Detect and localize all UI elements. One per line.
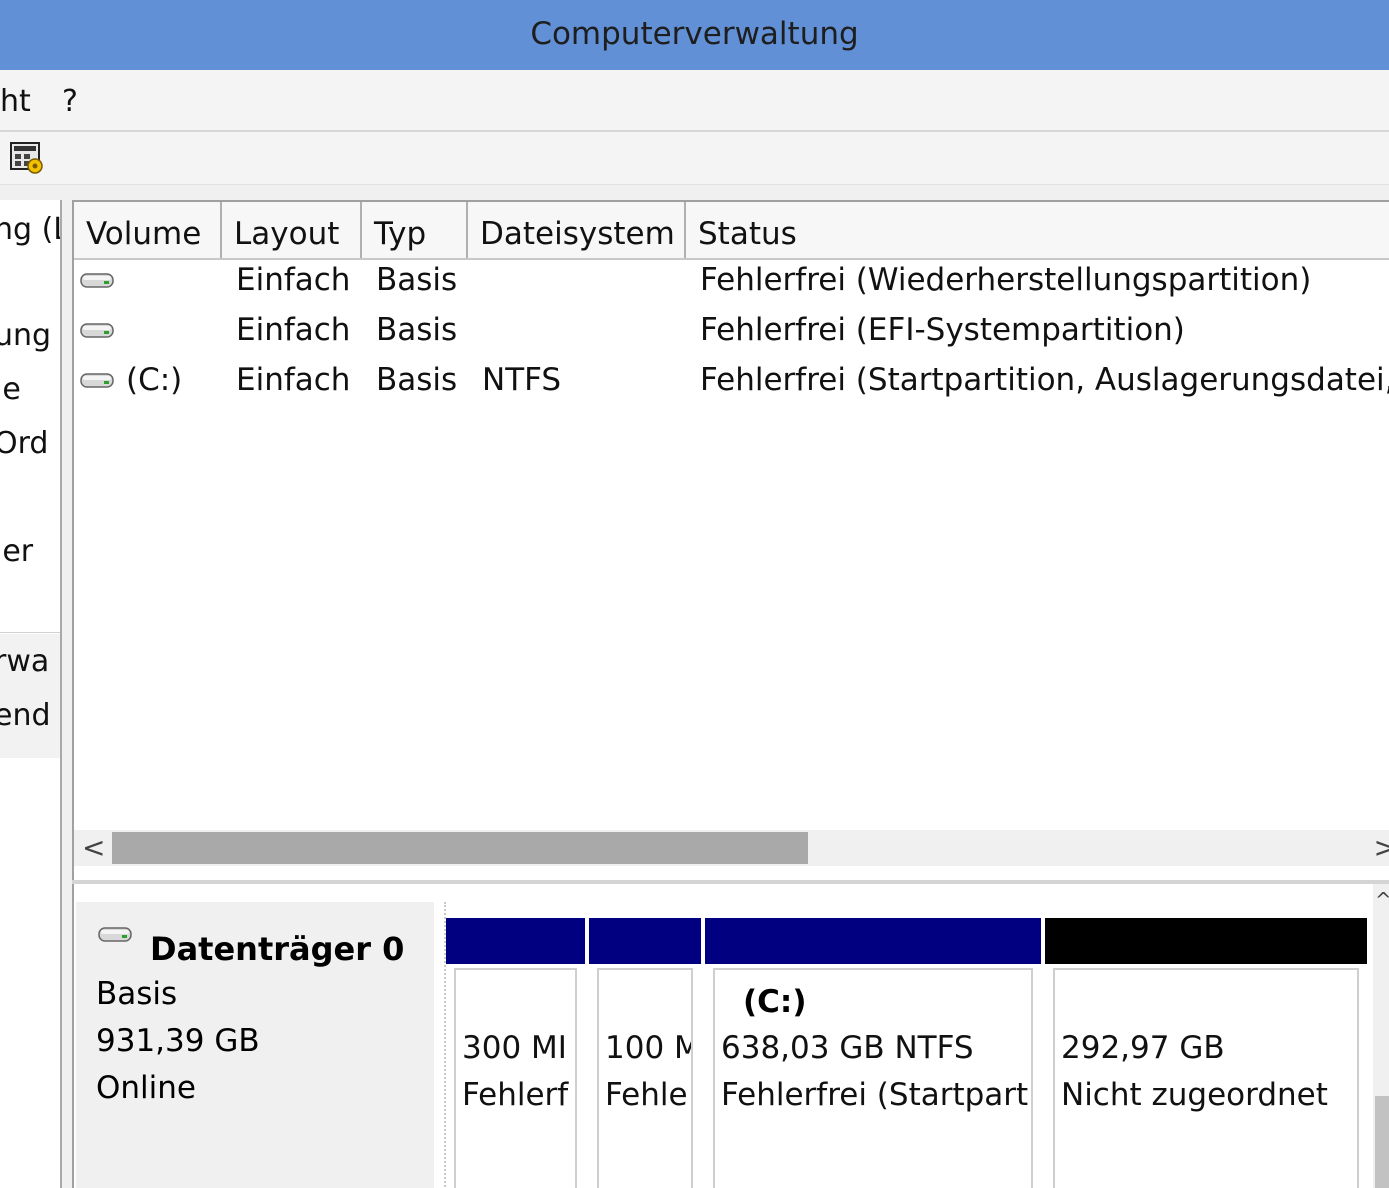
disk-info[interactable]: Datenträger 0 Basis 931,39 GB Online <box>76 902 434 1188</box>
cell-layout: Einfach <box>236 262 351 298</box>
menu-item-ansicht[interactable]: ht <box>0 84 31 119</box>
partition-efi[interactable]: 100 M Fehle <box>589 918 701 1188</box>
table-row[interactable]: (C:) Einfach Basis NTFS Fehlerfrei (Star… <box>74 362 1389 412</box>
partition-size: 300 MI <box>462 1030 567 1066</box>
partition-size: 100 M <box>605 1030 693 1066</box>
cell-volume: (C:) <box>126 362 183 398</box>
partition-status: Fehle <box>605 1077 688 1113</box>
partition-size: 638,03 GB NTFS <box>721 1030 974 1066</box>
column-header: Volume Layout Typ Dateisystem Status <box>74 202 1389 260</box>
toolbar <box>0 132 1389 185</box>
title-bar: Computerverwaltung <box>0 0 1389 70</box>
tree-divider <box>0 632 60 633</box>
partition-label: (C:) <box>743 984 807 1020</box>
properties-icon[interactable] <box>10 142 44 174</box>
menu-bar: ht ? <box>0 70 1389 132</box>
cell-dateisystem: NTFS <box>482 362 562 398</box>
partition-box: 300 MI Fehlerf <box>454 968 577 1188</box>
disk-type: Basis <box>96 976 178 1012</box>
tree-item-4[interactable]: Ord <box>0 426 48 461</box>
pane-gap <box>62 200 72 1188</box>
partition-box: 100 M Fehle <box>597 968 693 1188</box>
scroll-right-arrow[interactable]: > <box>1374 830 1389 866</box>
window-title: Computerverwaltung <box>530 16 859 52</box>
navigation-tree: ng (L ung je Ord jer rwa end <box>0 200 62 1188</box>
volume-list: Volume Layout Typ Dateisystem Status Ein… <box>72 200 1389 882</box>
scroll-left-arrow[interactable]: < <box>82 830 105 866</box>
disk-map: Datenträger 0 Basis 931,39 GB Online 300… <box>72 884 1389 1188</box>
partition-bar <box>446 918 585 964</box>
table-row[interactable]: Einfach Basis Fehlerfrei (Wiederherstell… <box>74 262 1389 312</box>
column-typ[interactable]: Typ <box>362 202 468 258</box>
partition-status: Fehlerfrei (Startpart <box>721 1077 1029 1113</box>
cell-typ: Basis <box>376 362 458 398</box>
drive-icon <box>80 273 114 288</box>
partition-bar <box>589 918 701 964</box>
cell-status: Fehlerfrei (EFI-Systempartition) <box>700 312 1185 348</box>
horizontal-scrollbar[interactable]: < > <box>74 830 1389 866</box>
column-status[interactable]: Status <box>686 202 1389 258</box>
table-row[interactable]: Einfach Basis Fehlerfrei (EFI-Systempart… <box>74 312 1389 362</box>
cell-layout: Einfach <box>236 312 351 348</box>
cell-layout: Einfach <box>236 362 351 398</box>
cell-typ: Basis <box>376 262 458 298</box>
tree-item-3[interactable]: je <box>0 372 21 407</box>
tree-item-1[interactable]: ng (L <box>0 212 60 247</box>
partition-size: 292,97 GB <box>1061 1030 1225 1066</box>
cell-status: Fehlerfrei (Wiederherstellungspartition) <box>700 262 1312 298</box>
scroll-up-icon[interactable]: ^ <box>1375 888 1389 912</box>
tree-item-2[interactable]: ung <box>0 318 51 353</box>
disk-name: Datenträger 0 <box>150 930 405 968</box>
scroll-thumb[interactable] <box>112 832 808 864</box>
partition-box: 292,97 GB Nicht zugeordnet <box>1053 968 1359 1188</box>
partition-recovery[interactable]: 300 MI Fehlerf <box>446 918 585 1188</box>
disk-size: 931,39 GB <box>96 1023 260 1059</box>
partition-bar <box>705 918 1041 964</box>
partition-status: Fehlerf <box>462 1077 569 1113</box>
column-volume[interactable]: Volume <box>74 202 222 258</box>
tree-item-5[interactable]: jer <box>0 534 33 569</box>
disk-state: Online <box>96 1070 196 1106</box>
drive-icon <box>80 323 114 338</box>
tree-item-6[interactable]: rwa <box>0 644 49 679</box>
menu-item-help[interactable]: ? <box>62 84 78 119</box>
cell-typ: Basis <box>376 312 458 348</box>
vertical-scrollbar[interactable]: ^ <box>1373 884 1389 1188</box>
partition-bar <box>1045 918 1367 964</box>
partition-unallocated[interactable]: 292,97 GB Nicht zugeordnet <box>1045 918 1367 1188</box>
partition-status: Nicht zugeordnet <box>1061 1077 1328 1113</box>
partition-c[interactable]: (C:) 638,03 GB NTFS Fehlerfrei (Startpar… <box>705 918 1041 1188</box>
column-layout[interactable]: Layout <box>222 202 362 258</box>
vertical-scroll-thumb[interactable] <box>1375 1096 1389 1188</box>
cell-status: Fehlerfrei (Startpartition, Auslagerungs… <box>700 362 1389 398</box>
drive-icon <box>80 373 114 388</box>
disk-icon <box>98 927 132 942</box>
partition-box: (C:) 638,03 GB NTFS Fehlerfrei (Startpar… <box>713 968 1033 1188</box>
column-dateisystem[interactable]: Dateisystem <box>468 202 686 258</box>
tree-item-7[interactable]: end <box>0 698 51 733</box>
